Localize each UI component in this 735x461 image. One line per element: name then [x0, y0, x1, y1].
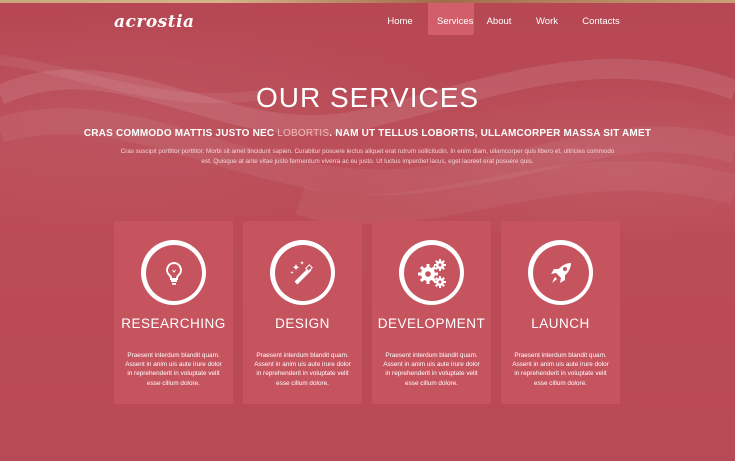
- nav-about[interactable]: About: [476, 2, 522, 35]
- main-nav: Home Services About Work Contacts: [378, 2, 630, 35]
- subtitle-text-before: CRAS COMMODO MATTIS JUSTO NEC: [83, 128, 278, 139]
- magic-wand-icon-circle: [270, 240, 335, 305]
- lightbulb-icon: [165, 261, 182, 285]
- magic-wand-icon: [290, 260, 313, 284]
- service-text: Praesent interdum blandit quam. Assent i…: [512, 352, 609, 387]
- nav-contacts[interactable]: Contacts: [572, 2, 630, 35]
- nav-services[interactable]: Services: [428, 2, 474, 35]
- gears-icon: [417, 258, 446, 288]
- service-title: RESEARCHING: [121, 316, 226, 331]
- service-card-researching: RESEARCHING Praesent interdum blandit qu…: [114, 221, 233, 404]
- page-title: OUR SERVICES: [255, 82, 480, 113]
- service-card-launch: LAUNCH Praesent interdum blandit quam. A…: [501, 221, 620, 404]
- service-text: Praesent interdum blandit quam. Assent i…: [383, 352, 480, 387]
- subtitle-text-after: . NAM UT TELLUS LOBORTIS, ULLAMCORPER MA…: [329, 128, 652, 139]
- subtitle-highlight: LOBORTIS: [277, 128, 330, 139]
- service-title: LAUNCH: [531, 316, 590, 331]
- service-text: Praesent interdum blandit quam. Assent i…: [125, 352, 222, 387]
- rocket-icon: [550, 262, 571, 283]
- site-logo[interactable]: acrostia: [114, 12, 195, 32]
- service-text: Praesent interdum blandit quam. Assent i…: [254, 352, 351, 387]
- top-decorative-strip: [0, 0, 735, 3]
- nav-home[interactable]: Home: [378, 2, 422, 35]
- gears-icon-circle: [399, 240, 464, 305]
- service-card-development: DEVELOPMENT Praesent interdum blandit qu…: [372, 221, 491, 404]
- service-card-design: DESIGN Praesent interdum blandit quam. A…: [243, 221, 362, 404]
- nav-work[interactable]: Work: [524, 2, 570, 35]
- service-title: DEVELOPMENT: [377, 316, 486, 331]
- page-subtitle: CRAS COMMODO MATTIS JUSTO NEC LOBORTIS. …: [0, 128, 735, 139]
- rocket-icon-circle: [528, 240, 593, 305]
- page-description: Cras suscipit porttitor porttitor. Morbi…: [120, 148, 615, 165]
- service-title: DESIGN: [275, 316, 330, 331]
- lightbulb-icon-circle: [141, 240, 206, 305]
